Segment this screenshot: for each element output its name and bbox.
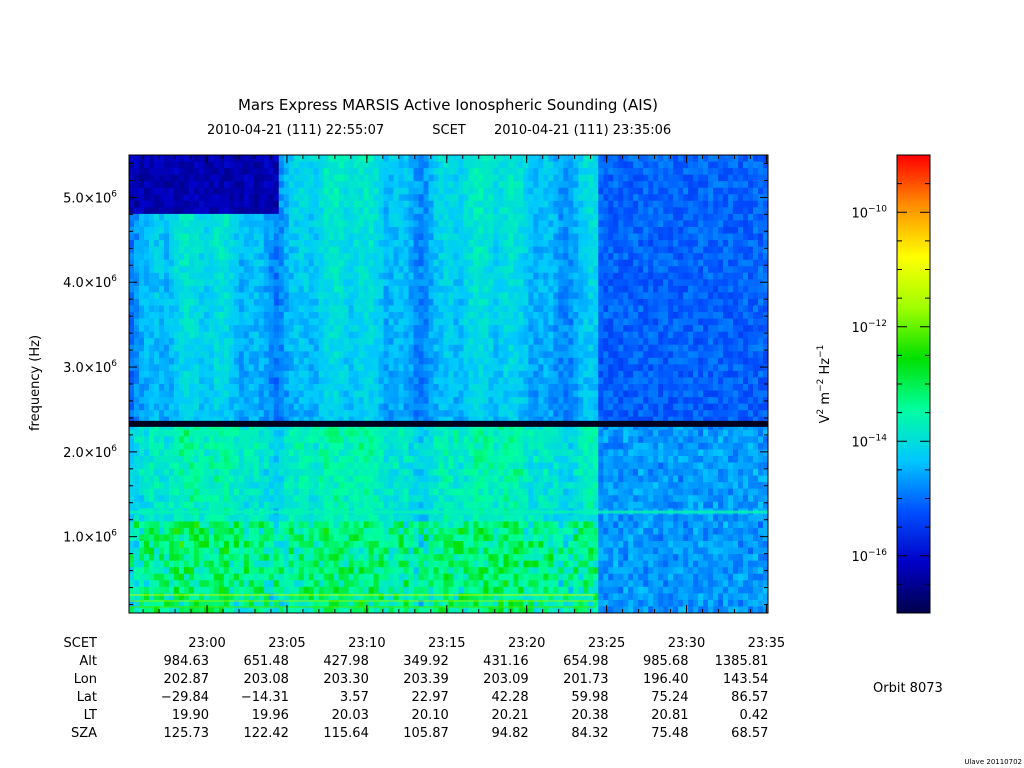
ephemeris-lon-value: 203.08 bbox=[243, 672, 289, 687]
ephemeris-alt-value: 654.98 bbox=[563, 654, 609, 669]
ephemeris-scet-value: 23:25 bbox=[588, 636, 625, 651]
subtitle-scet-label: SCET bbox=[432, 123, 466, 138]
ephemeris-sza-value: 94.82 bbox=[491, 726, 528, 741]
y-tick-label-0: 1.0×106 bbox=[63, 529, 117, 546]
ephemeris-alt-value: 431.16 bbox=[483, 654, 529, 669]
ephemeris-lat-value: −14.31 bbox=[241, 690, 289, 705]
ephemeris-scet-value: 23:05 bbox=[268, 636, 305, 651]
spectrogram-heatmap bbox=[129, 155, 768, 613]
colorbar-tick-label-1: 10−12 bbox=[851, 319, 887, 336]
ephemeris-lt-value: 20.03 bbox=[332, 708, 369, 723]
ephemeris-scet-value: 23:30 bbox=[668, 636, 705, 651]
ephemeris-scet-value: 23:15 bbox=[428, 636, 465, 651]
ephemeris-row-label-scet: SCET bbox=[64, 636, 98, 651]
ephemeris-alt-value: 651.48 bbox=[243, 654, 289, 669]
ephemeris-lat-value: 3.57 bbox=[340, 690, 369, 705]
ephemeris-lon-value: 203.30 bbox=[323, 672, 369, 687]
ephemeris-row-label-sza: SZA bbox=[71, 726, 97, 741]
ephemeris-lt-value: 0.42 bbox=[739, 708, 768, 723]
ephemeris-alt-value: 427.98 bbox=[323, 654, 369, 669]
ephemeris-scet-value: 23:20 bbox=[508, 636, 545, 651]
ephemeris-lon-value: 203.09 bbox=[483, 672, 529, 687]
ephemeris-lat-value: 86.57 bbox=[731, 690, 768, 705]
ephemeris-row-label-alt: Alt bbox=[79, 654, 97, 669]
orbit-label: Orbit 8073 bbox=[873, 681, 943, 696]
ephemeris-sza-value: 75.48 bbox=[651, 726, 688, 741]
ephemeris-lon-value: 143.54 bbox=[723, 672, 769, 687]
ephemeris-lat-value: 22.97 bbox=[412, 690, 449, 705]
y-tick-label-2: 3.0×106 bbox=[63, 359, 117, 376]
ephemeris-lt-value: 20.81 bbox=[651, 708, 688, 723]
ephemeris-lt-value: 19.90 bbox=[172, 708, 209, 723]
subtitle-end-time: 2010-04-21 (111) 23:35:06 bbox=[494, 123, 671, 138]
ephemeris-lon-value: 201.73 bbox=[563, 672, 609, 687]
ephemeris-lat-value: 42.28 bbox=[491, 690, 528, 705]
ephemeris-sza-value: 122.42 bbox=[243, 726, 289, 741]
ephemeris-alt-value: 984.63 bbox=[164, 654, 210, 669]
ephemeris-sza-value: 68.57 bbox=[731, 726, 768, 741]
ephemeris-sza-value: 84.32 bbox=[571, 726, 608, 741]
ephemeris-scet-value: 23:10 bbox=[348, 636, 385, 651]
ephemeris-alt-value: 985.68 bbox=[643, 654, 689, 669]
ephemeris-row-label-lon: Lon bbox=[74, 672, 97, 687]
ephemeris-lon-value: 196.40 bbox=[643, 672, 689, 687]
ephemeris-sza-value: 105.87 bbox=[403, 726, 449, 741]
ephemeris-lat-value: 59.98 bbox=[571, 690, 608, 705]
ephemeris-sza-value: 125.73 bbox=[164, 726, 210, 741]
footer-stamp: Ulave 20110702 bbox=[964, 758, 1022, 766]
ephemeris-lt-value: 20.21 bbox=[491, 708, 528, 723]
colorbar-tick-label-2: 10−14 bbox=[851, 433, 887, 450]
chart-title: Mars Express MARSIS Active Ionospheric S… bbox=[238, 96, 658, 114]
subtitle-start-time: 2010-04-21 (111) 22:55:07 bbox=[207, 123, 384, 138]
ephemeris-lt-value: 19.96 bbox=[252, 708, 289, 723]
y-tick-label-4: 5.0×106 bbox=[63, 189, 117, 206]
ephemeris-row-label-lat: Lat bbox=[77, 690, 97, 705]
y-tick-label-3: 4.0×106 bbox=[63, 274, 117, 291]
colorbar-tick-label-0: 10−10 bbox=[851, 204, 887, 221]
y-axis-label: frequency (Hz) bbox=[28, 335, 43, 431]
ephemeris-row-label-lt: LT bbox=[84, 708, 97, 723]
ephemeris-alt-value: 349.92 bbox=[403, 654, 449, 669]
colorbar-tick-label-3: 10−16 bbox=[851, 548, 887, 565]
ephemeris-lon-value: 202.87 bbox=[164, 672, 210, 687]
ephemeris-lat-value: −29.84 bbox=[161, 690, 209, 705]
chart-canvas: Mars Express MARSIS Active Ionospheric S… bbox=[28, 96, 1022, 766]
colorbar-label: V2 m−2 Hz−1 bbox=[816, 345, 833, 424]
ephemeris-alt-value: 1385.81 bbox=[715, 654, 769, 669]
ephemeris-lt-value: 20.38 bbox=[571, 708, 608, 723]
ephemeris-table: SCET Alt Lon Lat LT SZA 23:00 984.63 202.87 −29.8… bbox=[64, 636, 786, 741]
ephemeris-lat-value: 75.24 bbox=[651, 690, 688, 705]
ephemeris-scet-value: 23:00 bbox=[188, 636, 225, 651]
y-tick-label-1: 2.0×106 bbox=[63, 444, 117, 461]
ephemeris-lt-value: 20.10 bbox=[412, 708, 449, 723]
ephemeris-sza-value: 115.64 bbox=[323, 726, 369, 741]
ephemeris-scet-value: 23:35 bbox=[748, 636, 785, 651]
ephemeris-lon-value: 203.39 bbox=[403, 672, 449, 687]
